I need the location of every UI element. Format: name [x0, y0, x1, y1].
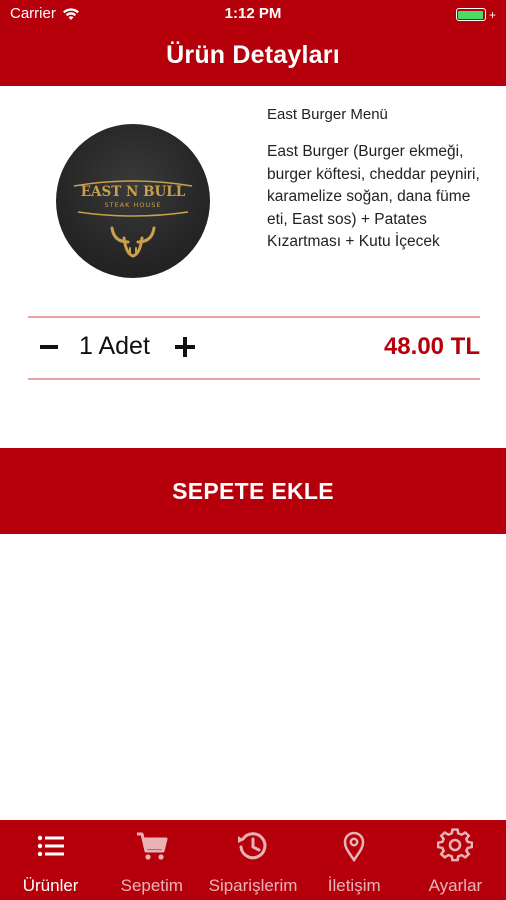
tab-settings[interactable]: Ayarlar — [405, 820, 506, 900]
tab-products-label: Ürünler — [22, 876, 79, 895]
list-icon — [33, 828, 69, 864]
plus-icon[interactable] — [173, 333, 197, 361]
logo-brand-text: EAST N BULL — [81, 184, 186, 200]
battery-icon — [455, 8, 486, 21]
logo-subtitle-text: STEAK HOUSE — [105, 201, 162, 209]
product-price: 48.00 TL — [383, 333, 480, 360]
app-header: Carrier 1:12 PM + Ürün Detayları — [0, 0, 506, 86]
product-logo: EAST N BULL STEAK HOUSE — [56, 124, 210, 278]
status-time: 1:12 PM — [224, 5, 282, 22]
gear-icon — [437, 828, 474, 864]
add-to-cart-button[interactable]: SEPETE EKLE — [0, 448, 506, 534]
charging-icon: + — [488, 7, 496, 22]
tab-orders-label: Siparişlerim — [208, 876, 298, 895]
tab-cart-label: Sepetim — [120, 876, 183, 895]
tab-products[interactable]: Ürünler — [0, 820, 101, 900]
tab-orders[interactable]: Siparişlerim — [202, 820, 303, 900]
quantity-stepper: 1 Adet 48.00 TL — [28, 318, 480, 378]
tab-cart[interactable]: Sepetim — [101, 820, 202, 900]
product-name: East Burger Menü — [267, 106, 388, 123]
product-description: East Burger (Burger ekmeği, burger köfte… — [267, 143, 480, 250]
tab-bar: Ürünler Sepetim Siparişlerim İletişim Ay… — [0, 820, 506, 900]
divider-bottom — [28, 378, 480, 380]
minus-icon[interactable] — [38, 332, 60, 362]
page-title: Ürün Detayları — [166, 41, 340, 69]
status-bar: Carrier 1:12 PM + — [0, 0, 506, 30]
tab-settings-label: Ayarlar — [428, 876, 483, 895]
history-icon — [235, 828, 271, 864]
tab-contact-label: İletişim — [327, 876, 381, 895]
location-pin-icon — [336, 828, 372, 864]
bull-horns-icon — [110, 226, 156, 258]
cart-icon — [134, 828, 170, 864]
quantity-label: 1 Adet — [79, 332, 150, 360]
tab-contact[interactable]: İletişim — [304, 820, 405, 900]
battery-indicator: + — [455, 7, 496, 22]
